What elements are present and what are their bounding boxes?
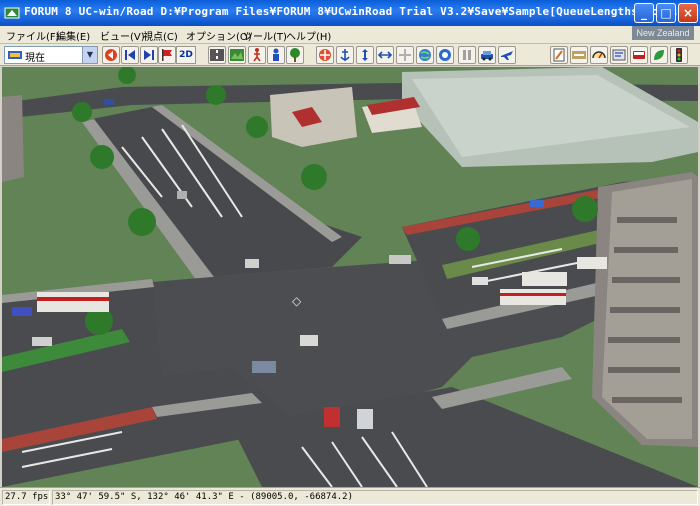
fps-display: 27.7 fps <box>2 490 50 505</box>
pan-icon[interactable] <box>356 46 374 64</box>
leaf-icon[interactable] <box>650 46 668 64</box>
status-bar: 27.7 fps 33° 47' 59.5" S, 132° 46' 41.3"… <box>0 487 700 506</box>
rotate-icon[interactable] <box>376 46 394 64</box>
coordinate-readout: 33° 47' 59.5" S, 132° 46' 41.3" E - (890… <box>52 490 698 505</box>
viewpoint-select[interactable]: 現在 ▼ <box>4 46 98 64</box>
menu-bar: ファイル(F) 編集(E) ビュー(V) 視点(C) オプション(O) ツール(… <box>0 26 700 44</box>
car-icon[interactable] <box>478 46 496 64</box>
road-icon[interactable] <box>208 46 226 64</box>
app-window: FORUM 8 UC-win/Road D:¥Program Files¥FOR… <box>0 0 700 506</box>
globe-icon[interactable] <box>416 46 434 64</box>
pause-icon[interactable] <box>458 46 476 64</box>
close-button[interactable]: × <box>678 3 698 23</box>
person-icon[interactable] <box>267 46 285 64</box>
menu-tools[interactable]: ツール(T) <box>243 28 287 43</box>
minimize-button[interactable]: _ <box>634 3 654 23</box>
gauge-icon[interactable] <box>590 46 608 64</box>
flag-icon[interactable] <box>158 46 176 64</box>
menu-file[interactable]: ファイル(F) <box>6 28 60 43</box>
menu-view[interactable]: ビュー(V) <box>100 28 145 43</box>
anchor-icon[interactable] <box>336 46 354 64</box>
maximize-button[interactable]: □ <box>656 3 676 23</box>
toolbar: 現在 ▼ 2D <box>0 44 700 66</box>
chevron-down-icon[interactable]: ▼ <box>82 47 97 63</box>
bus-icon[interactable] <box>630 46 648 64</box>
move-icon[interactable] <box>316 46 334 64</box>
record-icon[interactable] <box>436 46 454 64</box>
plane-icon[interactable] <box>498 46 516 64</box>
menu-options[interactable]: オプション(O) <box>186 28 252 43</box>
walk-icon[interactable] <box>248 46 266 64</box>
viewpoint-select-value: 現在 <box>25 53 45 64</box>
menu-viewpoint[interactable]: 視点(C) <box>143 28 178 43</box>
3d-viewport[interactable]: ◇ <box>2 67 698 487</box>
edit-icon[interactable] <box>550 46 568 64</box>
tree-icon[interactable] <box>286 46 304 64</box>
first-icon[interactable] <box>121 46 139 64</box>
2d-view-button[interactable]: 2D <box>176 46 196 64</box>
title-bar[interactable]: FORUM 8 UC-win/Road D:¥Program Files¥FOR… <box>0 0 700 26</box>
signal-icon[interactable] <box>670 46 688 64</box>
window-title: FORUM 8 UC-win/Road D:¥Program Files¥FOR… <box>24 5 679 18</box>
viewpoint-icon <box>8 51 22 59</box>
bus <box>37 292 109 312</box>
menu-help[interactable]: ヘルプ(H) <box>286 28 331 43</box>
app-logo-icon <box>4 7 20 19</box>
last-icon[interactable] <box>140 46 158 64</box>
road-edit-icon[interactable] <box>570 46 588 64</box>
scene-render: ◇ <box>2 67 698 487</box>
menu-edit[interactable]: 編集(E) <box>56 28 90 43</box>
back-icon[interactable] <box>102 46 120 64</box>
scenario-icon[interactable] <box>610 46 628 64</box>
svg-text:◇: ◇ <box>292 294 302 308</box>
zoom-icon[interactable] <box>396 46 414 64</box>
terrain-icon[interactable] <box>228 46 246 64</box>
region-badge: New Zealand <box>632 26 694 40</box>
